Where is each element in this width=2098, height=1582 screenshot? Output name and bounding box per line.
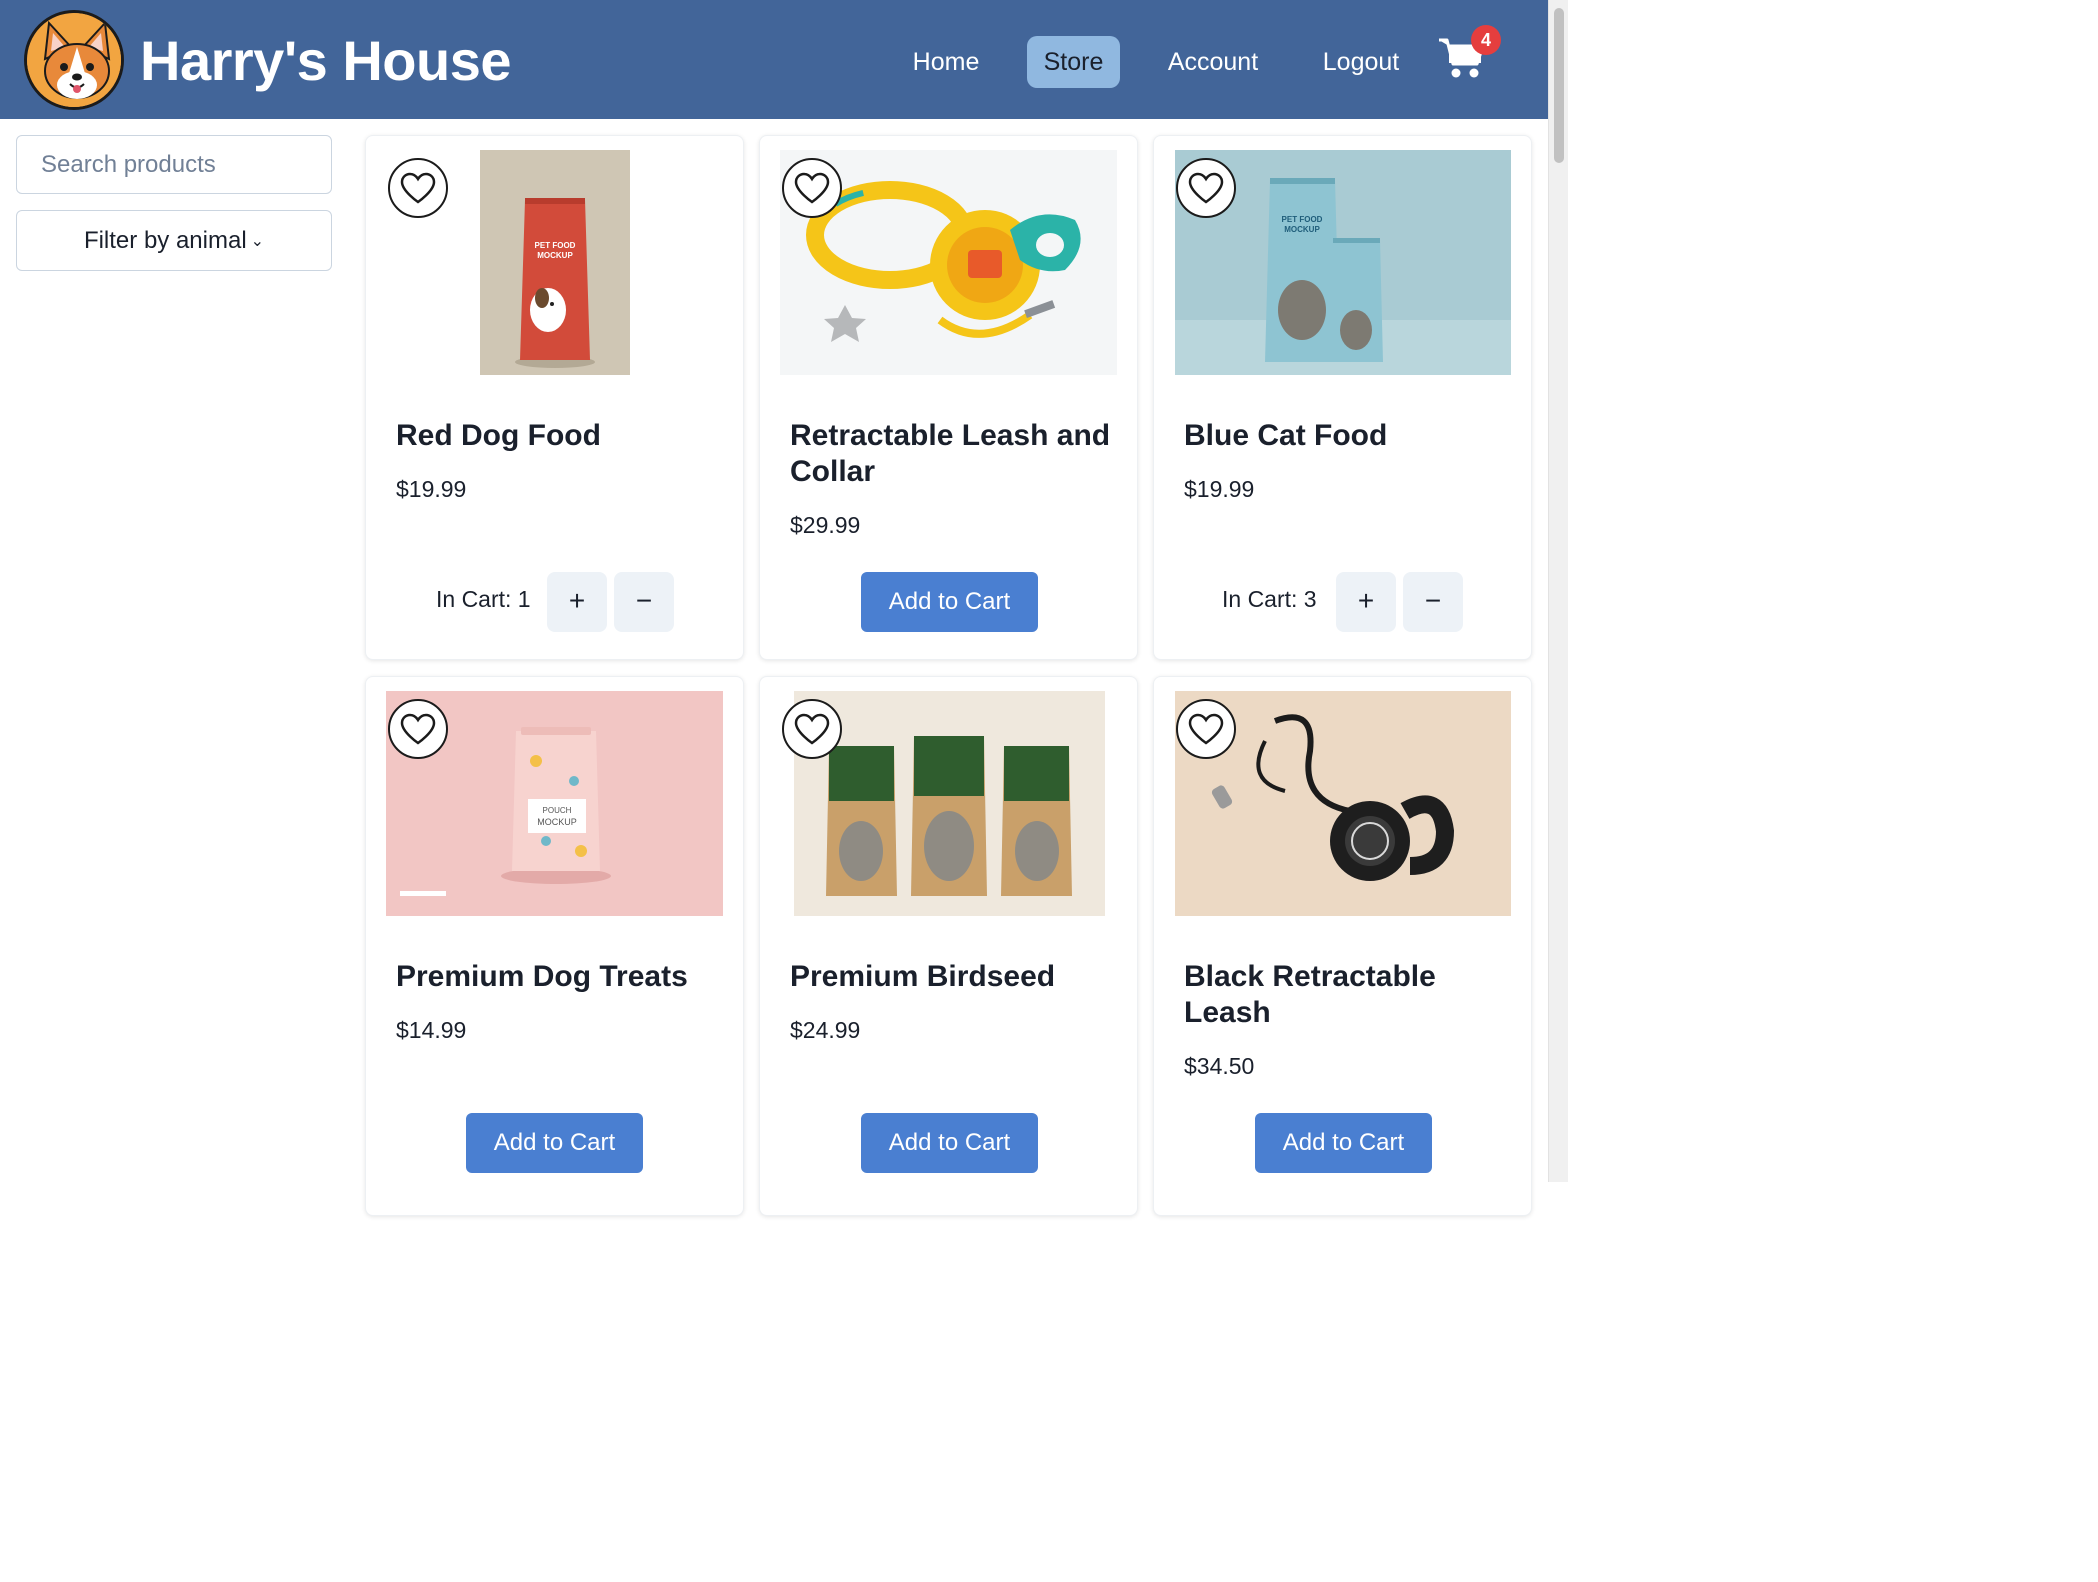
svg-text:PET FOOD: PET FOOD (535, 241, 576, 250)
product-price: $24.99 (790, 1017, 861, 1043)
nav-store[interactable]: Store (1027, 36, 1120, 88)
favorite-heart-icon[interactable] (1176, 158, 1236, 218)
add-to-cart-button[interactable]: Add to Cart (466, 1113, 643, 1173)
scrollbar-thumb[interactable] (1554, 8, 1564, 163)
product-card-blue-cat-food: PET FOOD MOCKUP Blue Cat Food $19.99 In … (1153, 135, 1532, 660)
product-image: PET FOOD MOCKUP (480, 150, 630, 375)
favorite-heart-icon[interactable] (1176, 699, 1236, 759)
nav-home[interactable]: Home (896, 36, 996, 88)
top-navbar: Harry's House Home Store Account Logout … (0, 0, 1548, 119)
svg-text:MOCKUP: MOCKUP (1284, 225, 1320, 234)
product-price: $29.99 (790, 512, 861, 538)
product-title: Blue Cat Food (1184, 419, 1388, 452)
decrease-quantity-button[interactable]: − (1403, 572, 1463, 632)
product-title: Premium Dog Treats (396, 960, 688, 993)
brand-title: Harry's House (140, 29, 511, 92)
favorite-heart-icon[interactable] (782, 699, 842, 759)
svg-text:POUCH: POUCH (543, 806, 572, 815)
add-to-cart-button[interactable]: Add to Cart (1255, 1113, 1432, 1173)
product-price: $34.50 (1184, 1053, 1255, 1079)
filter-label: Filter by animal (83, 227, 247, 254)
chevron-down-icon: ⌄ (250, 232, 265, 250)
in-cart-count: In Cart: 3 (1222, 586, 1317, 612)
corgi-logo[interactable] (24, 10, 124, 110)
nav-account[interactable]: Account (1155, 36, 1271, 88)
favorite-heart-icon[interactable] (782, 158, 842, 218)
product-card-red-dog-food: PET FOOD MOCKUP Red Dog Food $19.99 In C… (365, 135, 744, 660)
favorite-heart-icon[interactable] (388, 699, 448, 759)
product-card-leash-and-collar: Retractable Leash and Collar $29.99 Add … (759, 135, 1138, 660)
filter-by-animal-dropdown[interactable]: Filter by animal ⌄ (16, 210, 332, 271)
increase-quantity-button[interactable]: + (547, 572, 607, 632)
product-price: $19.99 (1184, 476, 1255, 502)
svg-text:PET FOOD: PET FOOD (1282, 215, 1323, 224)
in-cart-count: In Cart: 1 (436, 586, 531, 612)
decrease-quantity-button[interactable]: − (614, 572, 674, 632)
product-card-premium-dog-treats: POUCH MOCKUP Premium Dog Treats $14.99 A… (365, 676, 744, 1216)
product-card-black-retractable-leash: Black Retractable Leash $34.50 Add to Ca… (1153, 676, 1532, 1216)
product-title: Premium Birdseed (790, 960, 1056, 993)
search-input[interactable] (16, 135, 332, 194)
svg-text:MOCKUP: MOCKUP (537, 251, 573, 260)
favorite-heart-icon[interactable] (388, 158, 448, 218)
product-title: Red Dog Food (396, 419, 601, 452)
page-scrollbar[interactable] (1548, 0, 1568, 1182)
product-price: $14.99 (396, 1017, 467, 1043)
product-card-premium-birdseed: Premium Birdseed $24.99 Add to Cart (759, 676, 1138, 1216)
add-to-cart-button[interactable]: Add to Cart (861, 1113, 1038, 1173)
increase-quantity-button[interactable]: + (1336, 572, 1396, 632)
nav-logout[interactable]: Logout (1310, 36, 1412, 88)
cart-count-badge: 4 (1471, 25, 1501, 55)
product-title: Black Retractable Leash (1184, 960, 1436, 1029)
product-price: $19.99 (396, 476, 467, 502)
product-title: Retractable Leash and Collar (790, 419, 1111, 488)
add-to-cart-button[interactable]: Add to Cart (861, 572, 1038, 632)
svg-text:MOCKUP: MOCKUP (537, 817, 577, 827)
